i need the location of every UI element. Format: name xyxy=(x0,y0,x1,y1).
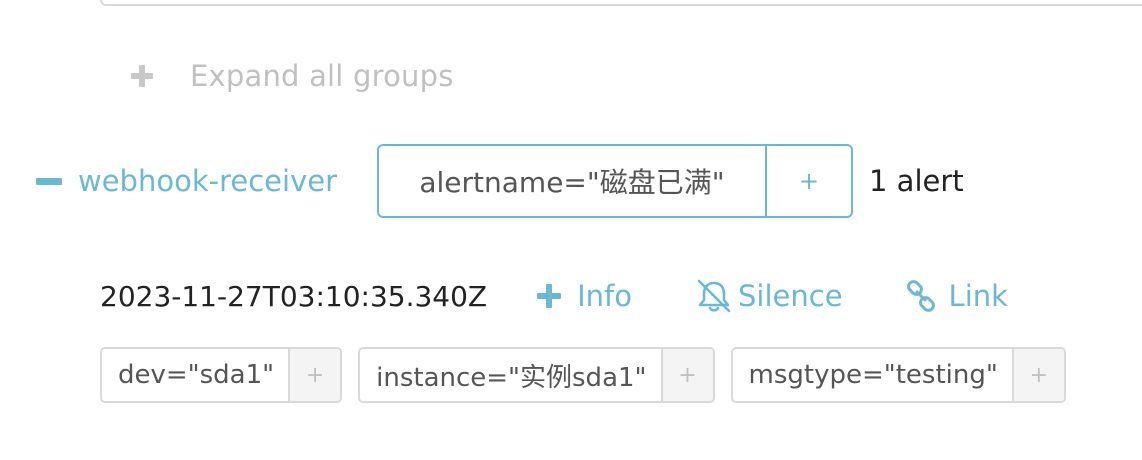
label-chip-text[interactable]: instance="实例sda1" xyxy=(360,349,663,401)
alert-group-header: webhook-receiver alertname="磁盘已满" + 1 al… xyxy=(36,144,964,218)
alert-groups-view: Expand all groups webhook-receiver alert… xyxy=(0,0,1142,460)
label-add-button[interactable]: + xyxy=(662,349,713,401)
label-chip-dev: dev="sda1" + xyxy=(100,347,343,403)
group-label-filter: alertname="磁盘已满" + xyxy=(377,144,853,218)
label-add-button[interactable]: + xyxy=(290,349,341,401)
silence-button[interactable]: Silence xyxy=(696,279,843,313)
bell-slash-icon xyxy=(696,279,731,313)
link-label: Link xyxy=(948,279,1008,313)
label-chip-text[interactable]: dev="sda1" xyxy=(102,349,291,401)
group-label-button[interactable]: alertname="磁盘已满" xyxy=(379,146,767,216)
alert-item: 2023-11-27T03:10:35.340Z Info Silence Li… xyxy=(100,274,1008,318)
minus-icon[interactable] xyxy=(36,177,62,185)
label-chip-text[interactable]: msgtype="testing" xyxy=(733,349,1014,401)
expand-all-groups-button[interactable]: Expand all groups xyxy=(128,56,454,96)
expand-all-groups-label: Expand all groups xyxy=(190,59,454,93)
link-button[interactable]: Link xyxy=(906,279,1008,313)
label-chip-msgtype: msgtype="testing" + xyxy=(730,347,1066,403)
plus-icon xyxy=(535,282,563,310)
label-add-button[interactable]: + xyxy=(1013,349,1064,401)
group-label-add-button[interactable]: + xyxy=(767,146,851,216)
filter-input-box[interactable] xyxy=(100,0,1142,6)
alert-labels: dev="sda1" + instance="实例sda1" + msgtype… xyxy=(100,347,1082,403)
silence-label: Silence xyxy=(738,279,843,313)
alert-count: 1 alert xyxy=(869,164,964,198)
label-chip-instance: instance="实例sda1" + xyxy=(358,347,715,403)
receiver-link[interactable]: webhook-receiver xyxy=(78,164,337,198)
alert-timestamp: 2023-11-27T03:10:35.340Z xyxy=(100,279,488,313)
plus-icon xyxy=(128,63,154,89)
info-label: Info xyxy=(577,279,632,313)
link-icon xyxy=(906,280,935,312)
info-button[interactable]: Info xyxy=(535,279,632,313)
